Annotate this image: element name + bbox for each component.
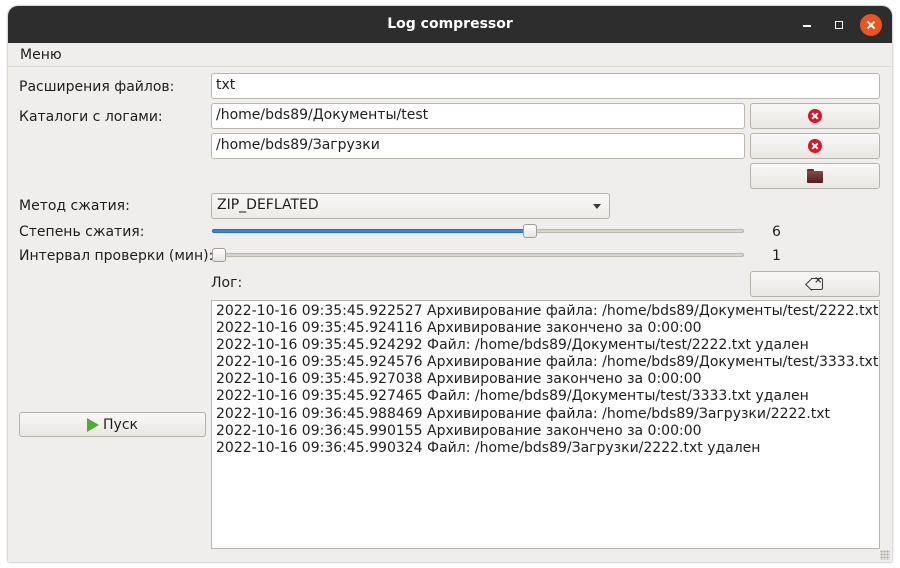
menu-bar: Меню: [8, 43, 892, 67]
backspace-icon: ×: [806, 275, 824, 290]
method-label: Метод сжатия:: [19, 198, 130, 214]
log-line: 2022-10-16 09:35:45.924116 Архивирование…: [216, 320, 702, 337]
title-bar[interactable]: Log compressor: [8, 6, 892, 43]
slider-groove: [212, 253, 744, 257]
resize-grip[interactable]: [880, 550, 890, 560]
slider-handle[interactable]: [522, 224, 537, 238]
log-line: 2022-10-16 09:35:45.924576 Архивирование…: [216, 354, 879, 371]
interval-value: 1: [772, 248, 781, 264]
menu-main[interactable]: Меню: [20, 47, 62, 63]
log-dir-field-2[interactable]: /home/bds89/Загрузки: [211, 133, 745, 159]
log-line: 2022-10-16 09:36:45.988469 Архивирование…: [216, 405, 831, 422]
log-label: Лог:: [211, 275, 243, 291]
log-output[interactable]: 2022-10-16 09:35:45.922527 Архивирование…: [211, 300, 880, 549]
log-line: 2022-10-16 09:35:45.927465 Файл: /home/b…: [216, 388, 809, 405]
log-dirs-label: Каталоги с логами:: [19, 109, 163, 125]
level-value: 6: [772, 224, 781, 240]
log-line: 2022-10-16 09:35:45.927038 Архивирование…: [216, 371, 702, 388]
level-label: Степень сжатия:: [19, 224, 145, 240]
log-line: 2022-10-16 09:36:45.990324 Файл: /home/b…: [216, 439, 761, 456]
interval-slider[interactable]: [212, 247, 744, 263]
minimize-button[interactable]: [798, 16, 816, 34]
log-line: 2022-10-16 09:36:45.990155 Архивирование…: [216, 422, 702, 439]
method-selected-value: ZIP_DEFLATED: [217, 197, 319, 213]
method-select[interactable]: ZIP_DEFLATED: [211, 193, 610, 219]
extensions-label: Расширения файлов:: [19, 79, 175, 95]
maximize-button[interactable]: [830, 16, 848, 34]
slider-fill: [212, 229, 530, 233]
remove-dir-1-button[interactable]: [750, 103, 880, 129]
play-icon: [87, 417, 100, 432]
interval-label: Интервал проверки (мин):: [19, 248, 214, 264]
remove-circle-icon: [808, 109, 822, 123]
remove-circle-icon: [808, 139, 822, 153]
start-button[interactable]: Пуск: [19, 412, 206, 437]
clear-log-button[interactable]: ×: [750, 271, 880, 297]
extensions-field[interactable]: txt: [211, 73, 880, 99]
slider-handle[interactable]: [212, 248, 226, 262]
level-slider[interactable]: [212, 223, 744, 239]
folder-icon: [807, 169, 823, 183]
log-line: 2022-10-16 09:35:45.922527 Архивирование…: [216, 303, 879, 319]
app-window: Log compressor Меню Расширения файлов: t…: [8, 6, 892, 562]
log-line: 2022-10-16 09:35:45.924292 Файл: /home/b…: [216, 337, 809, 354]
chevron-down-icon: [593, 204, 601, 209]
window-title: Log compressor: [387, 16, 513, 32]
close-window-button[interactable]: [860, 14, 882, 36]
log-dir-field-1[interactable]: /home/bds89/Документы/test: [211, 103, 745, 129]
add-dir-button[interactable]: [750, 163, 880, 189]
remove-dir-2-button[interactable]: [750, 133, 880, 159]
start-label: Пуск: [103, 416, 138, 433]
